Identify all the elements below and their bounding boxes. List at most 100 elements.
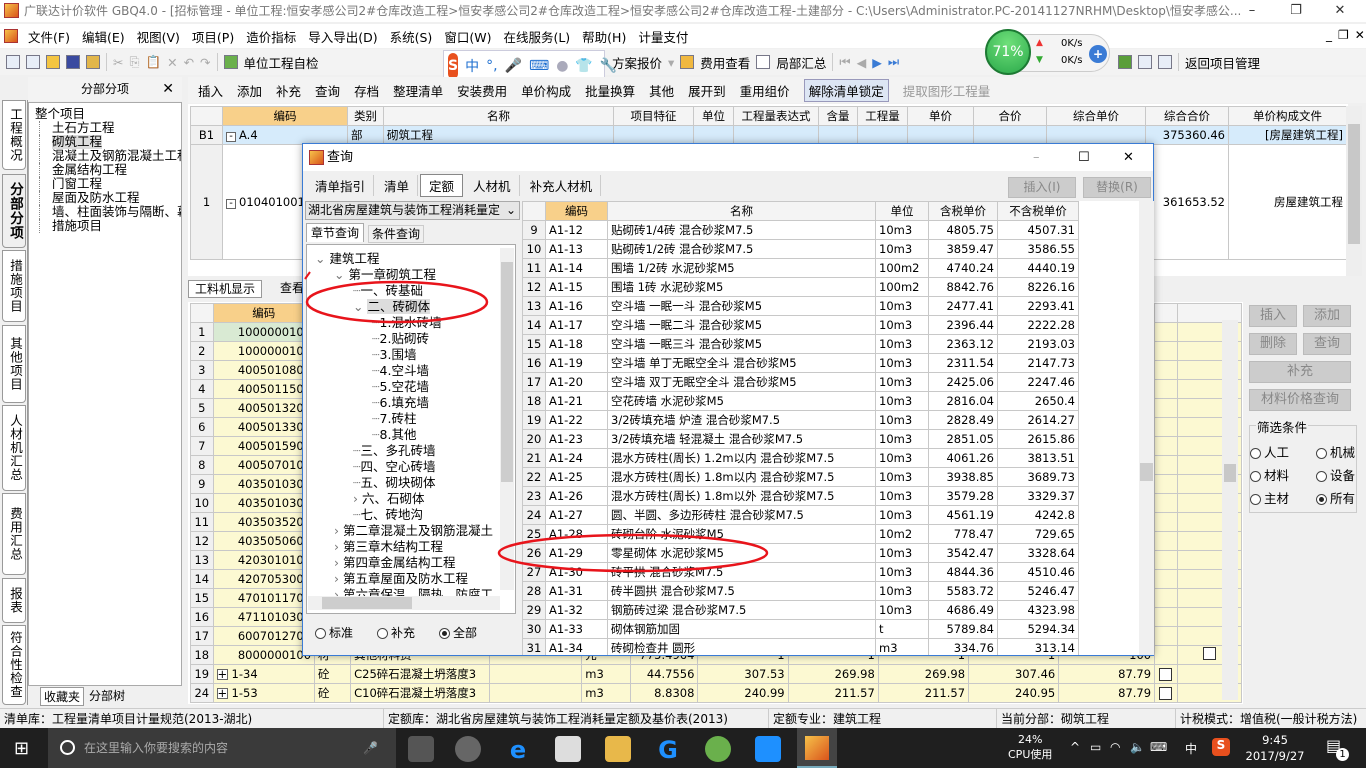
material-code[interactable]: 4207053000 <box>212 569 316 589</box>
toolbar-button[interactable]: 补充 <box>276 81 301 100</box>
toolbar-button[interactable]: 查询 <box>315 81 340 100</box>
checkbox-cell[interactable] <box>1154 683 1178 703</box>
quota-unit[interactable]: 10m3 <box>875 543 929 563</box>
tab-material-display[interactable]: 工料机显示 <box>188 280 263 298</box>
material-cell[interactable]: 240.99 <box>697 683 789 703</box>
task-view-icon[interactable] <box>408 736 434 762</box>
material-cell[interactable]: C10碎石混凝土坍落度3 <box>350 683 490 703</box>
price-without-tax[interactable]: 4440.19 <box>997 258 1079 278</box>
side-button[interactable]: 插入 <box>1249 305 1297 327</box>
quota-name[interactable]: 围墙 1砖 水泥砂浆M5 <box>607 277 876 297</box>
material-cell[interactable] <box>1154 607 1178 627</box>
price-without-tax[interactable]: 2615.86 <box>997 429 1079 449</box>
close-button[interactable]: ✕ <box>1318 0 1362 22</box>
tree-item[interactable]: 混凝土及钢筋混凝土工程 <box>39 149 181 163</box>
undo-icon[interactable]: ↶ <box>184 55 194 70</box>
bill-cell[interactable]: 1 <box>190 144 223 260</box>
price-without-tax[interactable]: 2247.46 <box>997 372 1079 392</box>
price-without-tax[interactable]: 5246.47 <box>997 581 1079 601</box>
windows-start-icon[interactable]: ⊞ <box>14 738 29 759</box>
quota-code[interactable]: A1-17 <box>545 315 608 335</box>
quota-name[interactable]: 空斗墙 一眠一斗 混合砂浆M5 <box>607 296 876 316</box>
quota-table-scrollbar[interactable] <box>1139 201 1154 655</box>
quota-code[interactable]: A1-16 <box>545 296 608 316</box>
material-cell[interactable]: 87.79 <box>1058 683 1156 703</box>
price-with-tax[interactable]: 4740.24 <box>928 258 998 278</box>
price-without-tax[interactable]: 8226.16 <box>997 277 1079 297</box>
plan-quote-dropdown-icon[interactable]: ▾ <box>668 55 674 70</box>
toolbar-button[interactable]: 解除清单锁定 <box>803 78 889 102</box>
price-with-tax[interactable]: 3542.47 <box>928 543 998 563</box>
filter-radio[interactable]: 人工 <box>1250 442 1289 461</box>
vertical-tab[interactable]: 其他项目 <box>2 325 26 403</box>
dialog-minimize-button[interactable]: – <box>1033 144 1040 171</box>
partial-sum-checkbox[interactable] <box>756 55 771 69</box>
quota-code[interactable]: A1-33 <box>545 619 608 639</box>
price-with-tax[interactable]: 334.76 <box>928 638 998 655</box>
list-icon[interactable] <box>1158 55 1172 69</box>
column-header[interactable]: 综合单价 <box>1046 106 1146 126</box>
delete-icon[interactable]: ✕ <box>167 55 177 70</box>
column-header[interactable]: 单价 <box>907 106 974 126</box>
price-without-tax[interactable]: 4507.31 <box>997 220 1079 240</box>
minimize-button[interactable]: – <box>1230 0 1274 22</box>
bill-row[interactable]: B1- A.4 部砌筑工程 375360.46 [房屋建筑工程] <box>190 125 1347 145</box>
dialog-tab[interactable]: 人材机 <box>465 174 520 196</box>
quota-name[interactable]: 贴砌砖1/2砖 混合砂浆M7.5 <box>607 239 876 259</box>
quota-row[interactable]: 19 A1-22 3/2砖填充墙 炉渣 混合砂浆M7.5 10m3 2828.49 261… <box>522 410 1079 430</box>
material-grid-scrollbar[interactable] <box>1222 320 1238 700</box>
quota-row[interactable]: 12 A1-15 围墙 1砖 水泥砂浆M5 100m2 8842.76 8226.16 <box>522 277 1079 297</box>
tab-chapter-query[interactable]: 章节查询 <box>306 223 365 242</box>
material-cell[interactable] <box>1154 455 1178 475</box>
price-with-tax[interactable]: 2425.06 <box>928 372 998 392</box>
chevron-down-icon[interactable]: ⌄ <box>315 251 329 266</box>
material-code[interactable]: 4005070100 <box>212 455 316 475</box>
menu-item[interactable]: 帮助(H) <box>576 27 632 46</box>
quota-code[interactable]: A1-12 <box>545 220 608 240</box>
quota-row[interactable]: 28 A1-31 砖半圆拱 混合砂浆M7.5 10m3 5583.72 5246.47 <box>522 581 1079 601</box>
material-cell[interactable]: 307.53 <box>697 664 789 684</box>
material-code-cell[interactable]: +1-34 <box>212 664 316 684</box>
quota-row[interactable]: 29 A1-32 钢筋砖过梁 混合砂浆M7.5 10m3 4686.49 4323.98 <box>522 600 1079 620</box>
column-header[interactable]: 单价构成文件 <box>1228 106 1347 126</box>
vertical-tab[interactable]: 措施项目 <box>2 250 26 322</box>
quota-name[interactable]: 混水方砖柱(周长) 1.2m以内 混合砂浆M7.5 <box>607 448 876 468</box>
quota-code[interactable]: A1-15 <box>545 277 608 297</box>
collapse-icon[interactable]: - <box>226 132 236 142</box>
price-with-tax[interactable]: 3579.28 <box>928 486 998 506</box>
save-icon[interactable] <box>66 55 80 69</box>
price-with-tax[interactable]: 4805.75 <box>928 220 998 240</box>
wifi-icon[interactable]: ◠ <box>1110 740 1120 754</box>
material-cell[interactable]: C25碎石混凝土坍落度3 <box>350 664 490 684</box>
material-cell[interactable] <box>1154 379 1178 399</box>
material-cell[interactable]: m3 <box>581 683 631 703</box>
quota-name[interactable]: 混水方砖柱(周长) 1.8m以内 混合砂浆M7.5 <box>607 467 876 487</box>
quota-name[interactable]: 钢筋砖过梁 混合砂浆M7.5 <box>607 600 876 620</box>
material-cell[interactable] <box>1154 436 1178 456</box>
dialog-close-button[interactable]: ✕ <box>1123 144 1134 171</box>
tree-item[interactable]: 措施项目 <box>39 219 181 233</box>
tab-favorites[interactable]: 收藏夹 <box>40 687 85 706</box>
filter-radio[interactable]: 主材 <box>1250 488 1289 507</box>
quota-code[interactable]: A1-26 <box>545 486 608 506</box>
quota-code[interactable]: A1-19 <box>545 353 608 373</box>
quota-unit[interactable]: t <box>875 619 929 639</box>
material-cell[interactable]: 211.57 <box>877 683 970 703</box>
menu-item[interactable]: 系统(S) <box>384 27 439 46</box>
price-without-tax[interactable]: 3329.37 <box>997 486 1079 506</box>
bill-cell[interactable]: 房屋建筑工程 <box>1228 144 1347 260</box>
mdi-window-controls[interactable]: _❐✕ <box>1326 28 1366 42</box>
expand-icon[interactable]: + <box>216 668 228 680</box>
microphone-icon[interactable]: 🎤 <box>363 728 378 768</box>
material-code[interactable]: 4005013200 <box>212 398 316 418</box>
accelerate-icon[interactable]: + <box>1089 45 1107 63</box>
checkbox[interactable] <box>1159 687 1173 700</box>
scope-radio[interactable]: 全部 <box>439 624 477 641</box>
quota-unit[interactable]: 10m3 <box>875 391 929 411</box>
price-without-tax[interactable]: 3328.64 <box>997 543 1079 563</box>
material-row[interactable]: 19 +1-34 砼 C25碎石混凝土坍落度3 m3 44.7556 307.53 269.9… <box>190 664 1243 684</box>
filter-radio[interactable]: 设备 <box>1316 465 1355 484</box>
price-without-tax[interactable]: 5294.34 <box>997 619 1079 639</box>
quota-code[interactable]: A1-34 <box>545 638 608 655</box>
quota-row[interactable]: 24 A1-27 圆、半圆、多边形砖柱 混合砂浆M7.5 10m3 4561.19 424… <box>522 505 1079 525</box>
